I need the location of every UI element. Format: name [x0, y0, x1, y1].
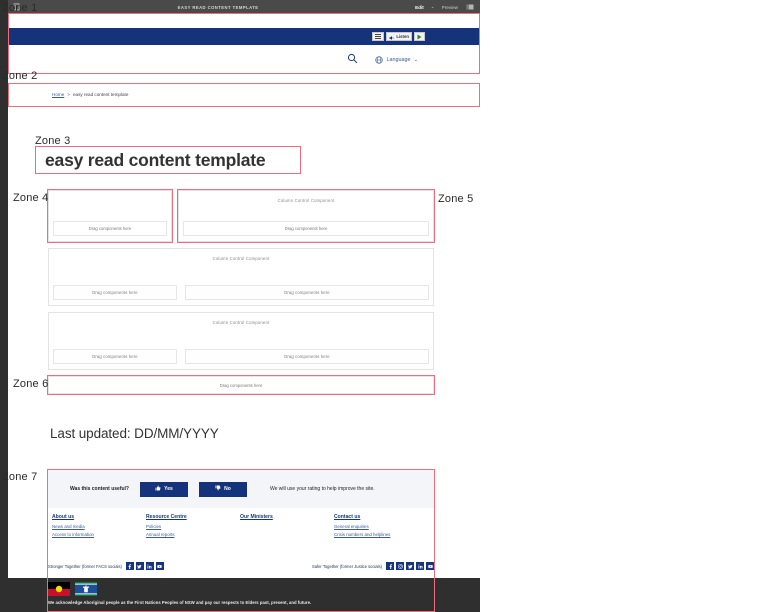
twitter-icon[interactable] [406, 562, 414, 570]
thumbs-up-icon [155, 485, 161, 493]
social-group-label: Stronger Together (former FACS socials) [48, 563, 122, 569]
social-group-safer-together: Safer Together (former Justice socials) [312, 562, 434, 570]
feedback-band: Was this content useful? Yes No We will … [48, 470, 434, 508]
feedback-question: Was this content useful? [70, 486, 129, 492]
social-group-stronger-together: Stronger Together (former FACS socials) [48, 562, 164, 570]
cms-page-title: EASY READ CONTENT TEMPLATE [177, 4, 259, 10]
social-group-label: Safer Together (former Justice socials) [312, 563, 382, 569]
youtube-icon[interactable] [426, 562, 434, 570]
footer-link[interactable]: General enquiries [334, 524, 428, 529]
listen-widget[interactable]: Listen [371, 32, 425, 41]
breadcrumb-separator: > [67, 92, 70, 97]
listen-label: Listen [396, 34, 409, 39]
footer-link[interactable]: News and media [52, 524, 146, 529]
language-selector[interactable]: Language ⌄ [375, 51, 418, 69]
footer-column: Contact us General enquiries Crisis numb… [334, 514, 428, 552]
thumbs-down-icon [215, 485, 221, 493]
page-title: easy read content template [45, 149, 266, 170]
cms-toolbar-actions: Edit ⌄ Preview [415, 3, 476, 12]
drop-area[interactable]: Drag components here [185, 349, 429, 364]
zone4-component-block[interactable]: Drag components here [48, 190, 172, 242]
torres-strait-islander-flag [75, 582, 97, 596]
column-control-block[interactable]: Column Control Component Drag components… [48, 312, 434, 370]
footer-link[interactable]: Access to information [52, 532, 146, 537]
drop-area[interactable]: Drag components here [53, 349, 177, 364]
facebook-icon[interactable] [386, 562, 394, 570]
footer-heading-our-ministers[interactable]: Our Ministers [240, 514, 334, 520]
panel-icon[interactable] [465, 3, 474, 12]
footer-column: About us News and media Access to inform… [52, 514, 146, 552]
zone5-component-block[interactable]: Column Control Component Drag components… [178, 190, 434, 242]
footer-link[interactable]: Annual reports [146, 532, 240, 537]
feedback-yes-button[interactable]: Yes [139, 481, 188, 497]
footer-column: Resource Centre Policies Annual reports [146, 514, 240, 552]
footer-link[interactable]: Policies [146, 524, 240, 529]
instagram-icon[interactable] [396, 562, 404, 570]
zone6-drop-area[interactable]: Drag components here [48, 376, 434, 394]
zone-label-5: Zone 5 [438, 193, 474, 205]
youtube-icon[interactable] [155, 562, 164, 570]
zone-label-2: Zone 2 [2, 70, 38, 82]
footer-column: Our Ministers [240, 514, 334, 552]
column-control-columns: Drag components here Drag components her… [49, 285, 433, 300]
screenshot-stage: EASY READ CONTENT TEMPLATE Edit ⌄ Previe… [0, 0, 768, 612]
breadcrumb: Home > easy read content template [8, 83, 480, 106]
feedback-no-button[interactable]: No [198, 481, 247, 497]
feedback-note: We will use your rating to help improve … [269, 486, 375, 492]
column-control-caption: Column Control Component [212, 320, 270, 325]
chevron-down-icon[interactable]: ⌄ [431, 4, 435, 10]
cms-toolbar: EASY READ CONTENT TEMPLATE Edit ⌄ Previe… [8, 0, 480, 14]
chevron-down-icon: ⌄ [413, 56, 418, 63]
play-icon[interactable] [414, 32, 425, 41]
breadcrumb-home-link[interactable]: Home [52, 92, 64, 97]
column-control-caption: Column Control Component [277, 198, 335, 203]
footer-link[interactable]: Crisis numbers and helplines [334, 532, 428, 537]
page-left-gutter [0, 0, 8, 612]
page-title-wrap: easy read content template [35, 146, 301, 174]
footer-heading-contact-us[interactable]: Contact us [334, 514, 428, 520]
column-control-columns: Drag components here Drag components her… [49, 349, 433, 364]
drop-area[interactable]: Drag components here [53, 221, 167, 236]
primary-nav-bar: Listen [8, 28, 480, 45]
feedback-yes-label: Yes [164, 486, 173, 492]
acknowledgement-text: We acknowledge Aboriginal people as the … [48, 600, 312, 605]
drop-area[interactable]: Drag components here [183, 221, 429, 236]
zone-label-4: Zone 4 [13, 192, 49, 204]
listen-button[interactable]: Listen [385, 32, 412, 41]
facebook-icon[interactable] [125, 562, 134, 570]
breadcrumb-current: easy read content template [72, 92, 129, 97]
drop-area[interactable]: Drag components here [53, 285, 177, 300]
social-icon-list [386, 562, 434, 570]
cms-edit-button[interactable]: Edit [415, 5, 424, 10]
footer-link-columns: About us News and media Access to inform… [48, 508, 434, 552]
twitter-icon[interactable] [135, 562, 144, 570]
utility-row: Language ⌄ [8, 45, 480, 74]
aboriginal-flag [48, 582, 70, 596]
column-control-block[interactable]: Column Control Component Drag components… [48, 248, 434, 306]
header-white-strip [8, 14, 480, 28]
social-row: Stronger Together (former FACS socials) … [48, 556, 434, 576]
speaker-icon [389, 28, 395, 46]
flags [48, 582, 480, 596]
last-updated-text: Last updated: DD/MM/YYYY [50, 426, 219, 441]
linkedin-icon[interactable] [416, 562, 424, 570]
language-label: Language [386, 56, 411, 63]
zone-label-1: Zone 1 [2, 2, 38, 14]
linkedin-icon[interactable] [145, 562, 154, 570]
menu-icon[interactable] [371, 32, 384, 41]
cms-preview-button[interactable]: Preview [442, 5, 458, 10]
feedback-no-label: No [224, 486, 231, 492]
search-icon[interactable] [347, 51, 358, 69]
zone-label-3: Zone 3 [35, 135, 71, 147]
drop-area[interactable]: Drag components here [185, 285, 429, 300]
acknowledgement-band: We acknowledge Aboriginal people as the … [8, 578, 480, 612]
zone-label-6: Zone 6 [13, 378, 49, 390]
social-icon-list [125, 562, 164, 570]
globe-icon [375, 51, 384, 69]
footer-heading-resource-centre[interactable]: Resource Centre [146, 514, 240, 520]
zone-label-7: Zone 7 [2, 471, 38, 483]
column-control-caption: Column Control Component [212, 256, 270, 261]
footer-heading-about-us[interactable]: About us [52, 514, 146, 520]
